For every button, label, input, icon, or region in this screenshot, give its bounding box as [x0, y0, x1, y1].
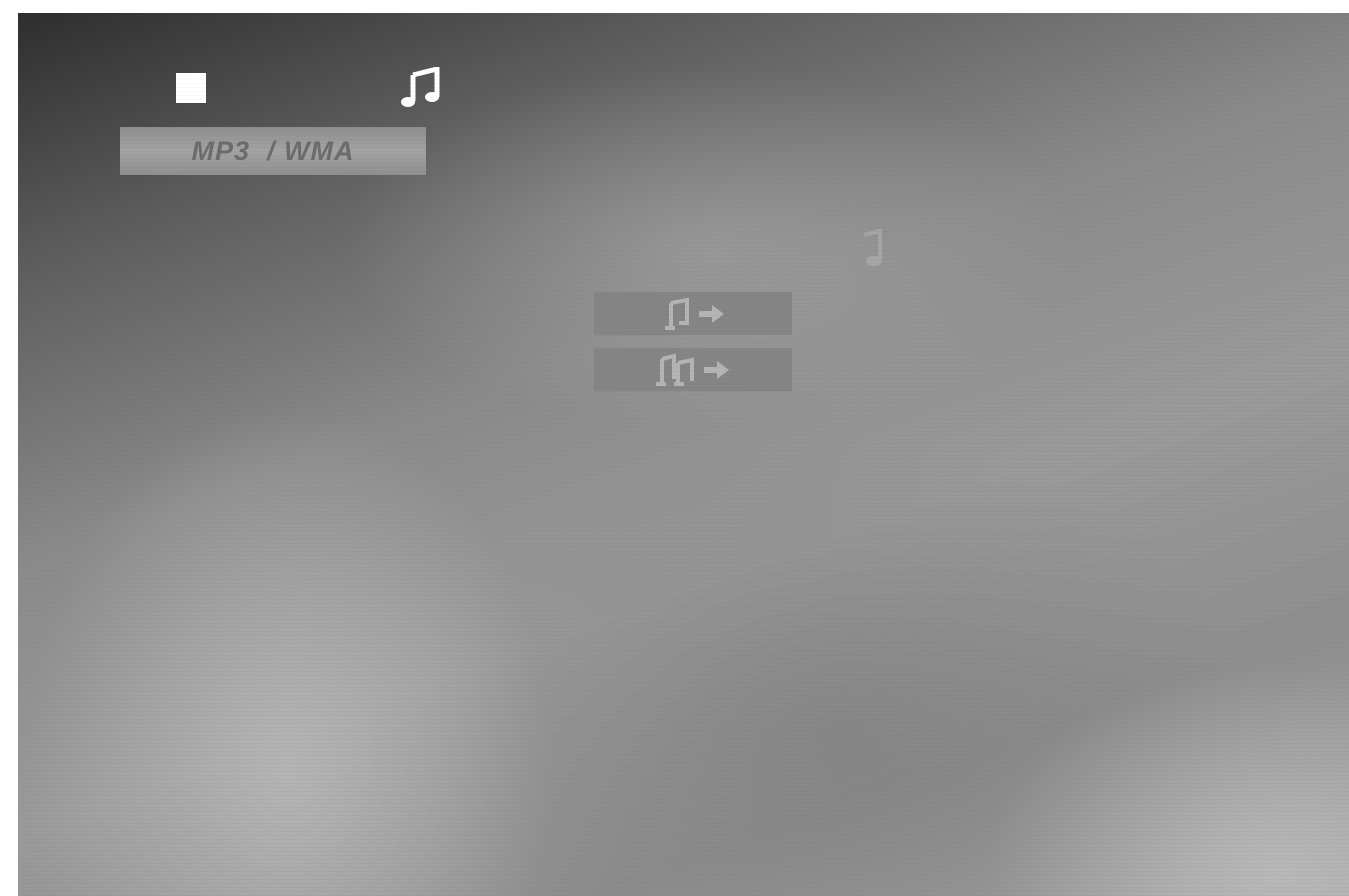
single-note-icon	[665, 297, 689, 330]
stop-icon	[176, 73, 206, 103]
music-note-icon	[401, 67, 440, 107]
double-note-icon	[656, 352, 694, 386]
right-arrow-icon	[704, 360, 729, 379]
right-arrow-icon	[699, 304, 724, 323]
play-all-button[interactable]	[594, 348, 792, 391]
player-screen: MP3 / WMA	[18, 13, 1349, 896]
play-single-button[interactable]	[594, 292, 792, 335]
mode-label: MP3 / WMA	[120, 127, 426, 175]
faint-note-icon	[863, 229, 882, 266]
